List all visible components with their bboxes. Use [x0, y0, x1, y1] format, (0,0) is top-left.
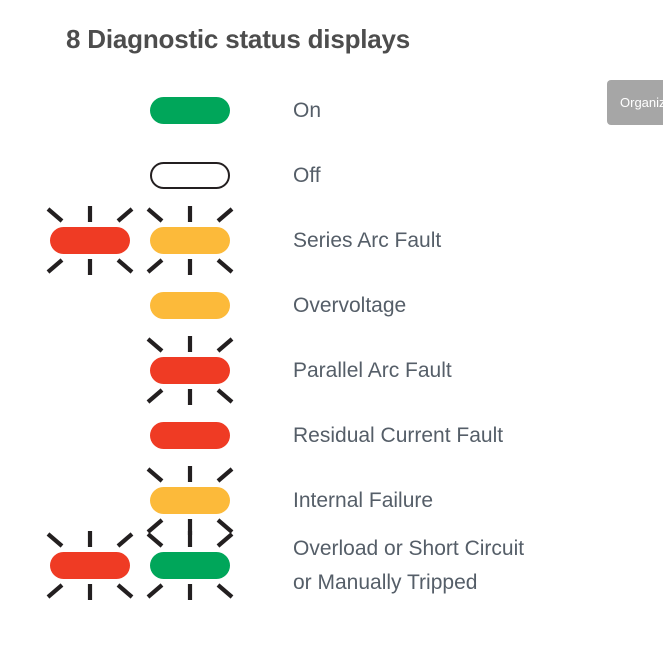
legend-row: On	[0, 78, 600, 143]
led-red-blinking-icon	[150, 357, 230, 384]
diagnostic-status-legend-page: 8 Diagnostic status displays On Off Series…	[0, 0, 663, 648]
legend-row-label-line1: Internal Failure	[293, 488, 434, 512]
led-amber-blinking-icon	[150, 487, 230, 514]
legend-row-label: Series Arc Fault	[293, 208, 441, 273]
legend-row: Overload or Short Circuit or Manually Tri…	[0, 531, 600, 600]
legend-row-label-line1: Overload or Short Circuit	[293, 536, 525, 560]
led-cell-column-2	[140, 531, 240, 600]
legend-row: Parallel Arc Fault	[0, 336, 600, 405]
legend-row: Series Arc Fault	[0, 206, 600, 275]
legend-row: Internal Failure	[0, 466, 600, 535]
led-cell-column-2	[140, 336, 240, 405]
organize-tooltip[interactable]: Organize	[607, 80, 663, 125]
legend-row-label-line1: Series Arc Fault	[293, 228, 442, 252]
led-green-on-icon	[150, 97, 230, 124]
legend-row-label-line2: or Manually Tripped	[293, 570, 478, 594]
led-cell-column-2	[140, 273, 240, 338]
legend-row-label-line1: Overvoltage	[293, 293, 407, 317]
led-red-blinking-icon	[50, 552, 130, 579]
led-red-blinking-icon	[50, 227, 130, 254]
led-red-on-icon	[150, 422, 230, 449]
legend-row-label: Internal Failure	[293, 468, 433, 533]
legend-row-label-line1: Parallel Arc Fault	[293, 358, 452, 382]
led-amber-on-icon	[150, 292, 230, 319]
legend-row-label: Overvoltage	[293, 273, 406, 338]
legend-row-label: Off	[293, 143, 321, 208]
legend-row-label: Overload or Short Circuit or Manually Tri…	[293, 533, 524, 598]
led-cell-column-1	[40, 206, 140, 275]
legend-row: Off	[0, 143, 600, 208]
page-title: 8 Diagnostic status displays	[66, 24, 411, 54]
legend-row-label: On	[293, 78, 321, 143]
led-cell-column-1	[40, 531, 140, 600]
legend-row: Residual Current Fault	[0, 403, 600, 468]
led-cell-column-2	[140, 403, 240, 468]
led-off-outline-icon	[150, 162, 230, 189]
legend-row-label-line1: On	[293, 98, 322, 122]
legend-row-label: Parallel Arc Fault	[293, 338, 452, 403]
led-cell-column-2	[140, 78, 240, 143]
legend-row-label-line1: Off	[293, 163, 321, 187]
led-green-blinking-icon	[150, 552, 230, 579]
led-cell-column-2	[140, 466, 240, 535]
legend-list: On Off Series Arc Fault Overvoltage Parallel…	[0, 78, 600, 600]
legend-row-label-line1: Residual Current Fault	[293, 423, 504, 447]
led-cell-column-2	[140, 143, 240, 208]
legend-row: Overvoltage	[0, 273, 600, 338]
organize-tooltip-label: Organize	[620, 95, 663, 110]
legend-row-label: Residual Current Fault	[293, 403, 503, 468]
led-cell-column-2	[140, 206, 240, 275]
led-amber-blinking-icon	[150, 227, 230, 254]
